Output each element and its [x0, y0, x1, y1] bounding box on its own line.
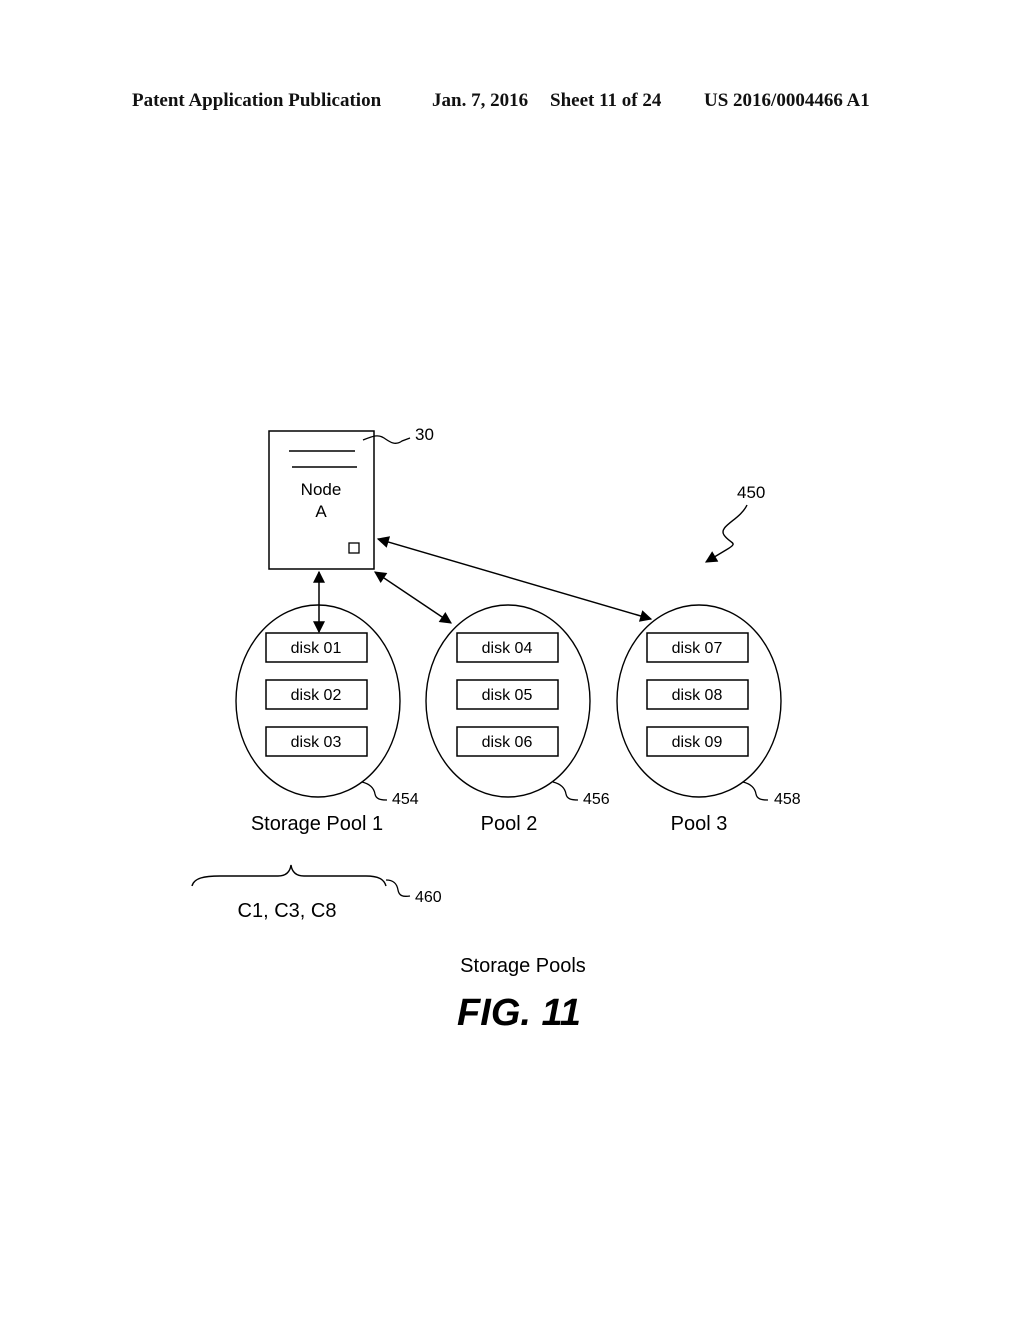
pool-ref-leader: [742, 781, 769, 801]
disk-01: disk 01: [265, 632, 368, 663]
arrow-node-pool2: [374, 571, 452, 624]
node-ref: 30: [415, 425, 434, 444]
disk-05: disk 05: [456, 679, 559, 710]
storage-pool-2: disk 04 disk 05 disk 06 456 Pool 2: [425, 604, 610, 835]
disk-06: disk 06: [456, 726, 559, 757]
system-ref-group: 450: [704, 483, 765, 563]
pool-name: Pool 2: [481, 813, 538, 835]
curly-brace: [191, 864, 387, 887]
disk-03: disk 03: [265, 726, 368, 757]
pool-ref: 458: [774, 791, 801, 808]
pool-ref-leader: [552, 781, 579, 801]
disk-label: disk 05: [482, 687, 533, 704]
storage-pool-3: disk 07 disk 08 disk 09 458 Pool 3: [616, 604, 801, 835]
pool-name: Storage Pool 1: [251, 813, 383, 835]
node-port-icon: [348, 542, 360, 554]
disk-label: disk 02: [291, 687, 342, 704]
disk-label: disk 08: [672, 687, 723, 704]
disk-label: disk 04: [482, 640, 533, 657]
pool-ref-leader: [361, 781, 388, 801]
disk-label: disk 09: [672, 734, 723, 751]
disk-label: disk 03: [291, 734, 342, 751]
pool-ref: 454: [392, 791, 419, 808]
arrow-node-pool3: [376, 536, 653, 622]
disk-08: disk 08: [646, 679, 749, 710]
system-ref: 450: [737, 483, 765, 502]
node-label-line2: A: [315, 502, 327, 521]
pool-name: Pool 3: [671, 813, 728, 835]
disk-04: disk 04: [456, 632, 559, 663]
figure-caption: Storage Pools: [460, 955, 586, 977]
disk-02: disk 02: [265, 679, 368, 710]
pool-ref: 456: [583, 791, 610, 808]
system-ref-arrow: [704, 504, 748, 563]
figure-diagram: Node A 30 450 disk 01 disk 02 disk 03 45…: [191, 425, 801, 1034]
disk-07: disk 07: [646, 632, 749, 663]
brace-ref: 460: [415, 889, 442, 906]
figure-label: FIG. 11: [457, 992, 581, 1034]
brace-group: 460 C1, C3, C8: [191, 864, 442, 922]
disk-09: disk 09: [646, 726, 749, 757]
storage-pool-1: disk 01 disk 02 disk 03 454 Storage Pool…: [235, 604, 419, 835]
disk-label: disk 01: [291, 640, 342, 657]
brace-label: C1, C3, C8: [238, 900, 337, 922]
disk-label: disk 07: [672, 640, 723, 657]
node-label-line1: Node: [301, 480, 342, 499]
brace-ref-leader: [385, 879, 411, 897]
disk-label: disk 06: [482, 734, 533, 751]
